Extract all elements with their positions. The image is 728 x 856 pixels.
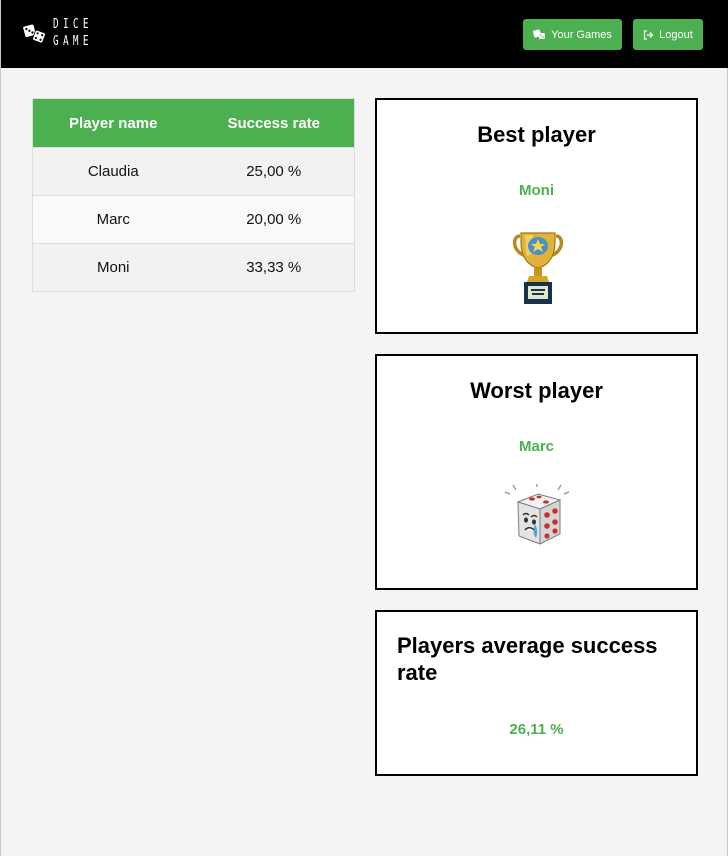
- success-rate-cell: 25,00 %: [246, 163, 302, 180]
- logo-wordmark: DICE GAME: [53, 15, 108, 51]
- dice-icon: [533, 29, 546, 39]
- column-header-success-rate: Success rate: [227, 114, 321, 132]
- trophy-icon: [512, 232, 564, 304]
- best-player-title: Best player: [477, 122, 596, 147]
- column-header-player-name: Player name: [69, 114, 158, 132]
- dice-game-logo[interactable]: DICE GAME: [22, 15, 108, 51]
- average-success-title: Players average success rate: [397, 633, 658, 685]
- worst-player-card: Worst player Marc: [375, 354, 698, 590]
- crying-dice-icon: [504, 484, 570, 545]
- table-row: Claudia 25,00 %: [33, 147, 354, 195]
- table-header: Player name Success rate: [33, 99, 354, 147]
- average-success-value: 26,11 %: [509, 721, 564, 738]
- table-row: Moni 33,33 %: [33, 243, 354, 291]
- best-player-name: Moni: [519, 182, 554, 199]
- logo-line-2: GAME: [52, 34, 93, 49]
- logout-button[interactable]: Logout: [633, 19, 703, 50]
- worst-player-name: Marc: [518, 438, 555, 455]
- player-name-cell: Marc: [96, 211, 130, 228]
- ranking-table: Player name Success rate Claudia 25,00 %…: [32, 98, 355, 292]
- logo-line-1: DICE: [52, 17, 93, 32]
- average-success-card: Players average success rate 26,11 %: [375, 610, 698, 776]
- your-games-button[interactable]: Your Games: [523, 19, 622, 50]
- best-player-card: Best player Moni: [375, 98, 698, 334]
- player-name-cell: Moni: [96, 259, 130, 276]
- player-name-cell: Claudia: [87, 163, 139, 180]
- success-rate-cell: 33,33 %: [246, 259, 302, 276]
- dice-icon: [22, 23, 46, 44]
- sign-out-icon: [644, 29, 654, 40]
- worst-player-title: Worst player: [470, 378, 603, 403]
- top-navbar: DICE GAME Your Games Logout: [1, 0, 728, 68]
- success-rate-cell: 20,00 %: [246, 211, 302, 228]
- table-row: Marc 20,00 %: [33, 195, 354, 243]
- table-body: Claudia 25,00 % Marc 20,00 % Moni 33,33 …: [33, 147, 354, 291]
- logout-label: Logout: [659, 28, 693, 41]
- your-games-label: Your Games: [551, 28, 612, 41]
